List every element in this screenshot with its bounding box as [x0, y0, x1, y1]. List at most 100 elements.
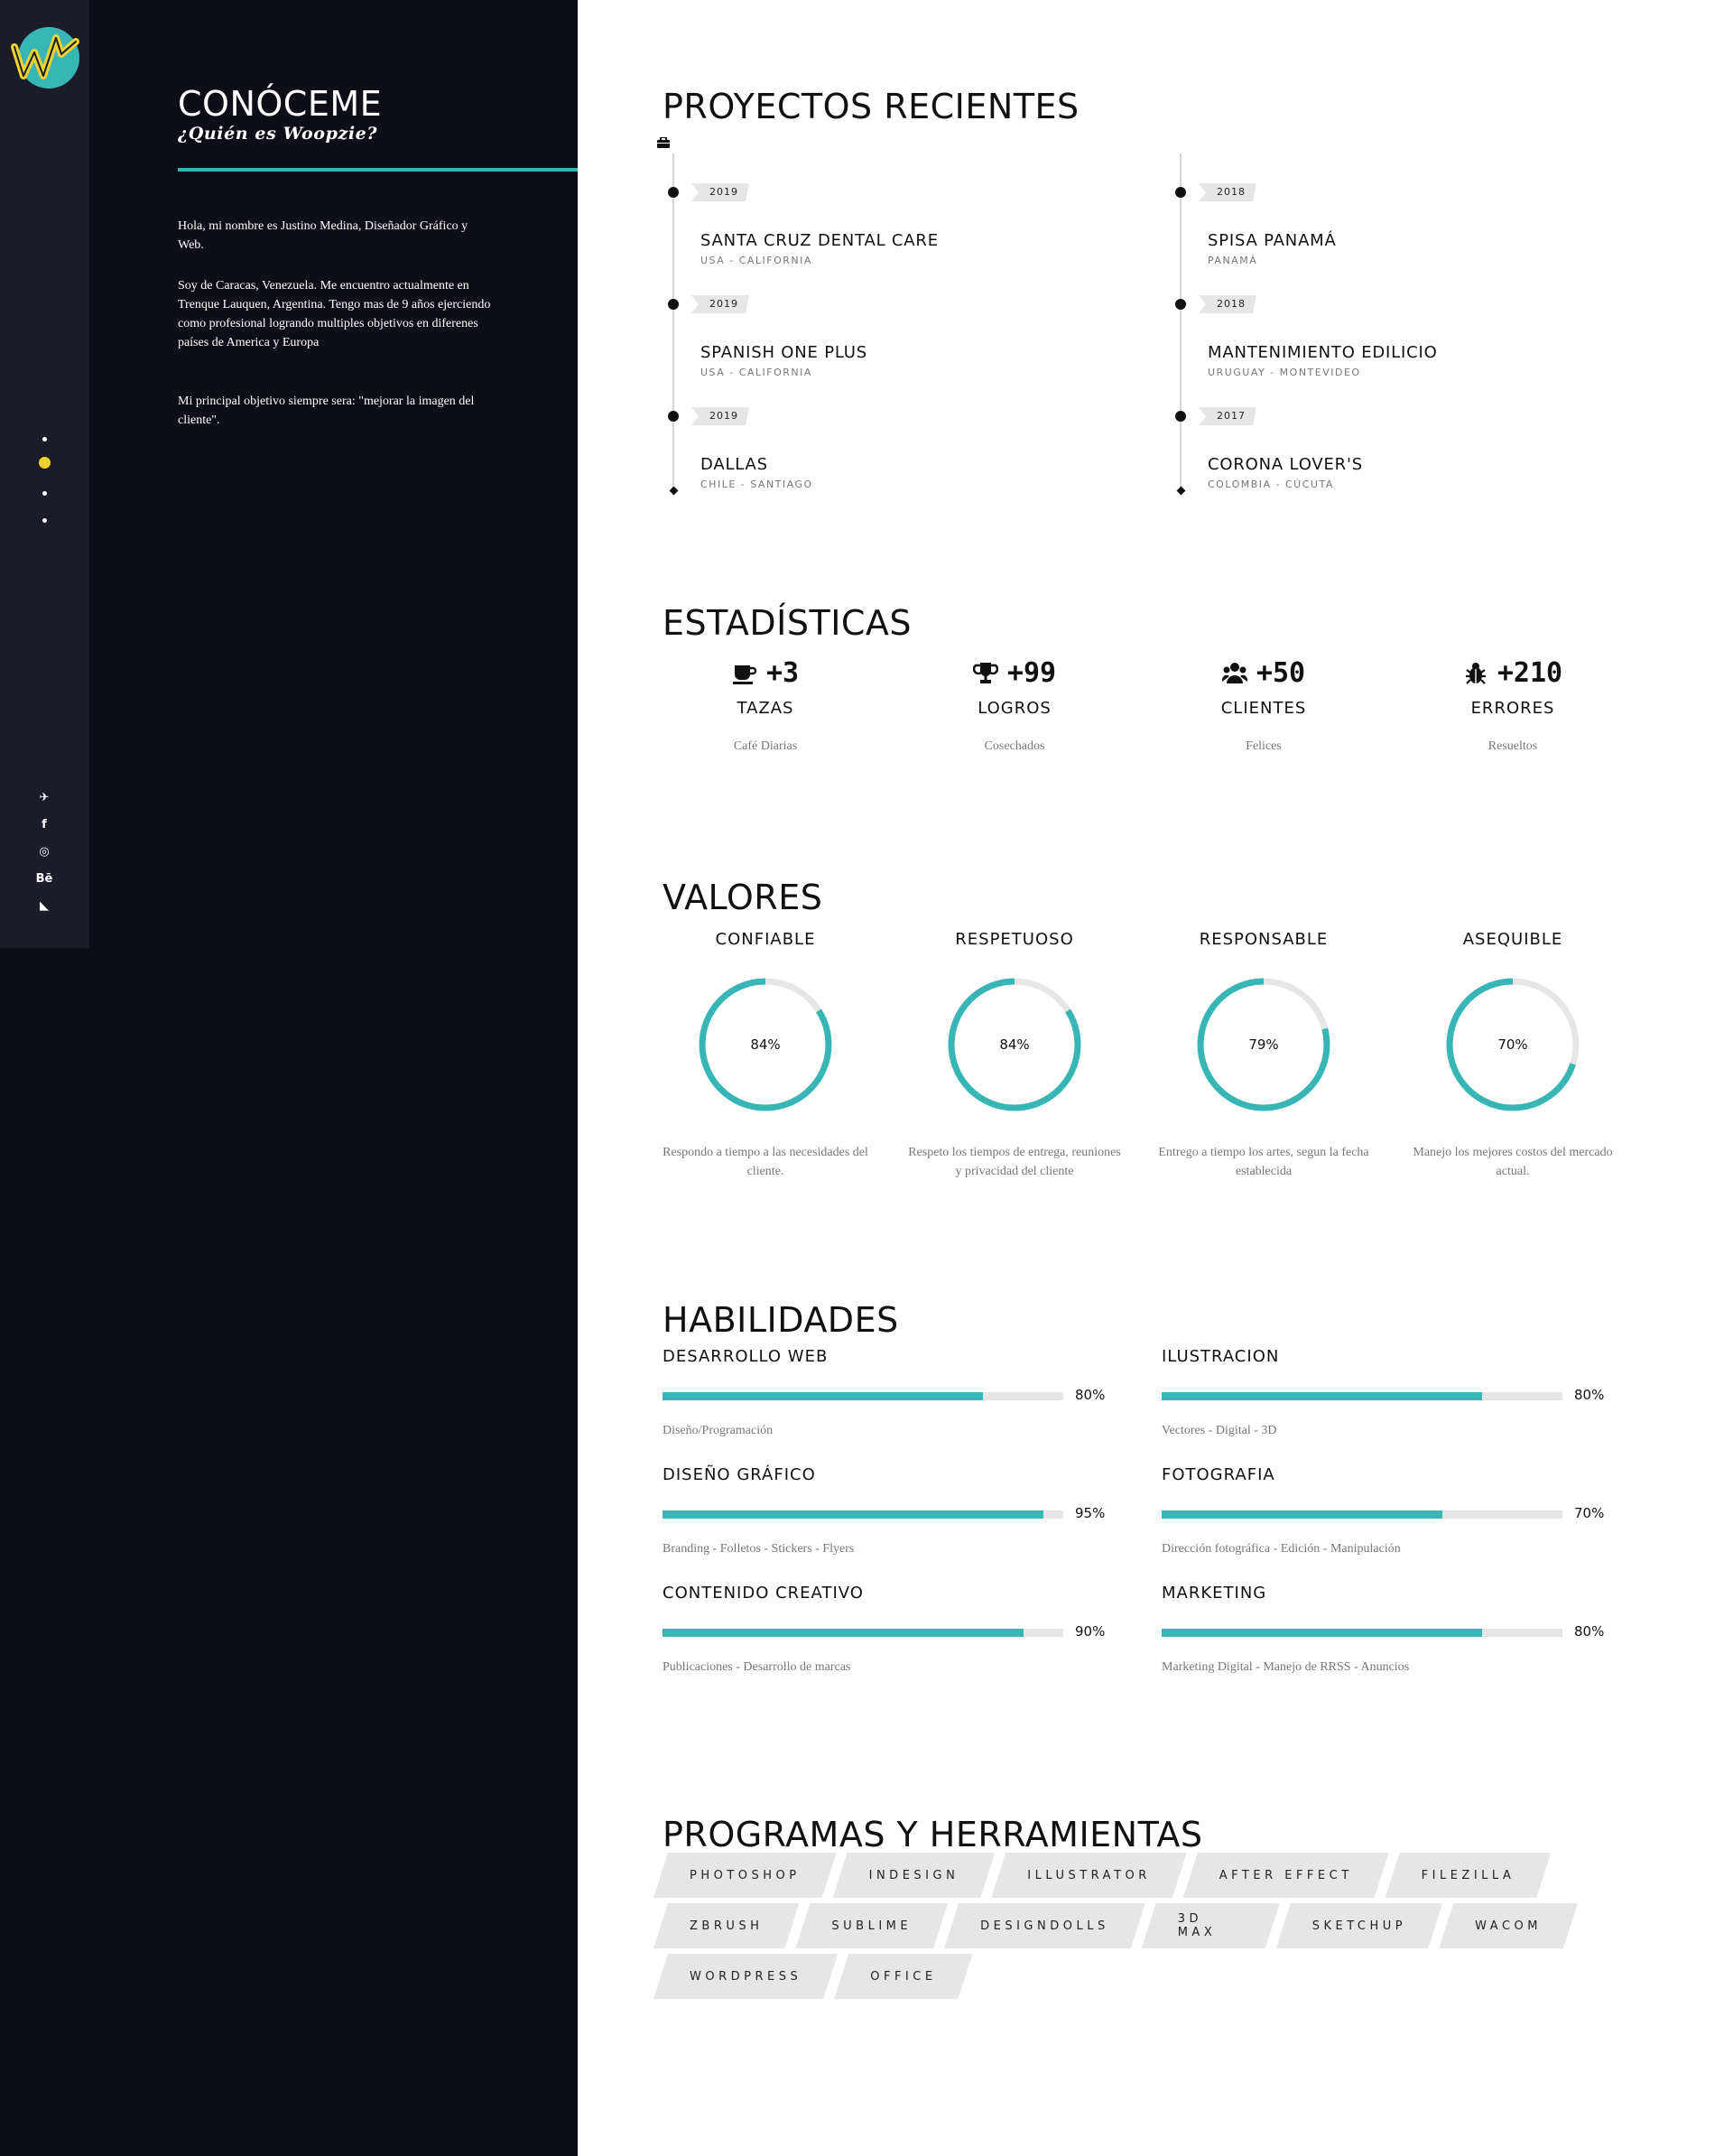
- timeline-end-diamond: [1176, 486, 1185, 496]
- tool-tag[interactable]: OFFICE: [834, 1954, 972, 1999]
- nav-dot[interactable]: [42, 491, 47, 496]
- trophy-icon: [972, 660, 998, 685]
- value-percent: 84%: [999, 1036, 1030, 1053]
- tool-tag[interactable]: SKETCHUP: [1276, 1903, 1442, 1948]
- tool-tag[interactable]: AFTER EFFECT: [1183, 1853, 1389, 1898]
- project-location: CHILE - SANTIAGO: [700, 479, 813, 490]
- stat-head: +3: [641, 657, 890, 689]
- value-label: RESPONSABLE: [1199, 930, 1329, 949]
- value-percent: 84%: [750, 1036, 781, 1053]
- briefcase-icon: [657, 137, 670, 148]
- project-year: 2018: [1199, 183, 1256, 201]
- stats-title: ESTADÍSTICAS: [663, 603, 913, 643]
- skill-bar-fill: [663, 1392, 984, 1400]
- value-description: Respeto los tiempos de entrega, reunione…: [908, 1146, 1121, 1178]
- tools-title: PROGRAMAS Y HERRAMIENTAS: [663, 1815, 1203, 1854]
- stat-subtitle: Café Diarias: [733, 739, 798, 753]
- stat-logros: +99 LOGROS Cosechados: [890, 656, 1139, 754]
- bio-paragraph: Soy de Caracas, Venezuela. Me encuentro …: [178, 279, 491, 349]
- timeline-end-diamond: [669, 486, 678, 496]
- nav-dot-active[interactable]: [39, 457, 51, 469]
- tools-tag-list: PHOTOSHOP INDESIGN ILLUSTRATOR AFTER EFFECT…: [653, 1853, 1574, 2004]
- behance-icon[interactable]: Bē: [32, 869, 56, 888]
- skill-bar-fill: [1162, 1510, 1442, 1519]
- skill-percent: 80%: [1574, 1387, 1605, 1403]
- tool-tag[interactable]: PHOTOSHOP: [653, 1853, 837, 1898]
- skill-subtitle: Vectores - Digital - 3D: [1162, 1424, 1277, 1437]
- skill-bar: [663, 1629, 1063, 1637]
- project-year: 2017: [1199, 407, 1256, 425]
- nav-dot[interactable]: [42, 518, 47, 523]
- skill-bar-fill: [1162, 1629, 1483, 1637]
- telegram-icon[interactable]: ✈: [32, 787, 56, 807]
- tool-tag[interactable]: 3D MAX: [1142, 1903, 1280, 1948]
- tool-tag[interactable]: ILLUSTRATOR: [991, 1853, 1186, 1898]
- project-name[interactable]: DALLAS: [700, 455, 768, 474]
- tool-tag[interactable]: FILEZILLA: [1385, 1853, 1552, 1898]
- instagram-icon[interactable]: ◎: [32, 841, 56, 861]
- skill-percent: 95%: [1075, 1505, 1106, 1521]
- values-title: VALORES: [663, 878, 823, 917]
- skill-percent: 80%: [1075, 1387, 1106, 1403]
- tool-tag[interactable]: SUBLIME: [795, 1903, 948, 1948]
- stat-value: +50: [1256, 656, 1306, 689]
- skill-bar-fill: [663, 1510, 1043, 1519]
- tool-tag[interactable]: INDESIGN: [833, 1853, 996, 1898]
- stat-head: +99: [890, 656, 1139, 689]
- skill-subtitle: Marketing Digital - Manejo de RRSS - Anu…: [1162, 1660, 1410, 1674]
- stat-subtitle: Felices: [1246, 739, 1282, 753]
- skill-bar: [1162, 1392, 1562, 1400]
- stat-head: +50: [1139, 656, 1388, 689]
- woopzie-logo-icon[interactable]: [9, 22, 81, 94]
- progress-ring: 84%: [947, 977, 1082, 1112]
- value-responsable: RESPONSABLE 79% Entrego a tiempo los artes…: [1139, 930, 1388, 1181]
- project-name[interactable]: SPANISH ONE PLUS: [700, 343, 867, 362]
- stat-subtitle: Resueltos: [1487, 739, 1538, 753]
- skill-name: ILUSTRACION: [1162, 1347, 1280, 1366]
- bio-paragraph: Mi principal objetivo siempre sera: "mej…: [178, 395, 475, 427]
- value-label: CONFIABLE: [715, 930, 816, 949]
- bio-paragraph: Hola, mi nombre es Justino Medina, Diseñ…: [178, 219, 468, 252]
- tool-tag[interactable]: ZBRUSH: [653, 1903, 799, 1948]
- skill-name: CONTENIDO CREATIVO: [663, 1584, 864, 1603]
- skill-bar-fill: [663, 1629, 1024, 1637]
- about-subtitle: ¿Quién es Woopzie?: [178, 124, 378, 144]
- timeline-dot: [1175, 411, 1186, 422]
- tool-tag[interactable]: WORDPRESS: [653, 1954, 838, 1999]
- project-year: 2018: [1199, 295, 1256, 313]
- skill-bar: [1162, 1629, 1562, 1637]
- facebook-icon[interactable]: f: [32, 814, 56, 834]
- project-name[interactable]: MANTENIMIENTO EDILICIO: [1208, 343, 1438, 362]
- skills-title: HABILIDADES: [663, 1300, 899, 1340]
- tool-tag[interactable]: WACOM: [1439, 1903, 1578, 1948]
- skill-subtitle: Diseño/Programación: [663, 1424, 774, 1437]
- stat-label: TAZAS: [737, 699, 794, 718]
- nav-dot[interactable]: [42, 437, 47, 441]
- rss-icon[interactable]: ◣: [32, 896, 56, 915]
- users-icon: [1221, 660, 1247, 685]
- value-description: Entrego a tiempo los artes, segun la fec…: [1158, 1146, 1369, 1178]
- stat-subtitle: Cosechados: [984, 739, 1045, 753]
- value-label: ASEQUIBLE: [1462, 930, 1563, 949]
- skill-bar: [1162, 1510, 1562, 1519]
- tool-tag[interactable]: DESIGNDOLLS: [944, 1903, 1145, 1948]
- stat-value: +99: [1006, 656, 1057, 689]
- timeline-dot: [668, 187, 679, 198]
- project-name[interactable]: CORONA LOVER'S: [1208, 455, 1363, 474]
- projects-title: PROYECTOS RECIENTES: [663, 87, 1080, 126]
- value-description: Manejo los mejores costos del mercado ac…: [1413, 1146, 1613, 1178]
- about-divider: [178, 168, 578, 172]
- value-label: RESPETUOSO: [955, 930, 1074, 949]
- skill-bar: [663, 1392, 1063, 1400]
- skill-name: FOTOGRAFIA: [1162, 1465, 1275, 1484]
- tools-tag-row: PHOTOSHOP INDESIGN ILLUSTRATOR AFTER EFFECT…: [653, 1853, 1574, 1898]
- project-name[interactable]: SANTA CRUZ DENTAL CARE: [700, 231, 939, 250]
- skill-percent: 80%: [1574, 1623, 1605, 1640]
- project-location: PANAMÁ: [1208, 255, 1258, 266]
- timeline-dot: [1175, 299, 1186, 310]
- project-name[interactable]: SPISA PANAMÁ: [1208, 231, 1337, 250]
- skill-subtitle: Dirección fotográfica - Edición - Manipu…: [1162, 1542, 1401, 1556]
- skill-percent: 90%: [1075, 1623, 1106, 1640]
- stat-head: +210: [1388, 657, 1637, 689]
- skill-subtitle: Branding - Folletos - Stickers - Flyers: [663, 1542, 855, 1556]
